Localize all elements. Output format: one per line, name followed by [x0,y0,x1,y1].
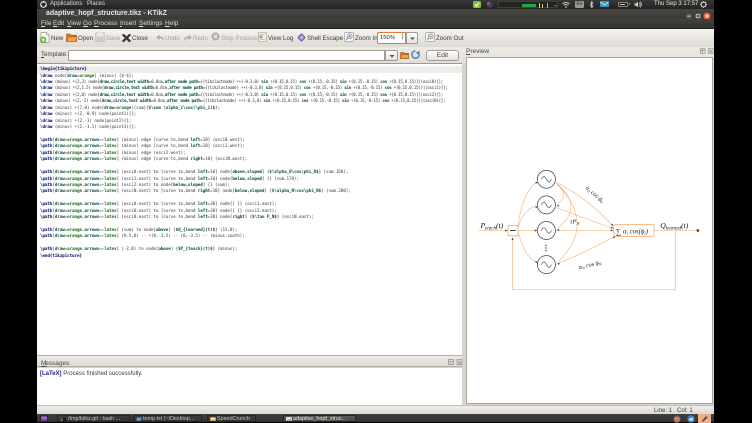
svg-text:Qlearned(t): Qlearned(t) [660,221,688,232]
svg-text:τPN: τPN [570,219,580,226]
svg-text:Pteach(t): Pteach(t) [480,221,504,232]
svg-text:∑: ∑ [616,227,621,236]
svg-text:α0 cos ϕ0: α0 cos ϕ0 [584,185,605,205]
svg-text:αN cos ϕN: αN cos ϕN [578,259,602,271]
svg-text:αi cos(ϕi): αi cos(ϕi) [623,228,649,235]
